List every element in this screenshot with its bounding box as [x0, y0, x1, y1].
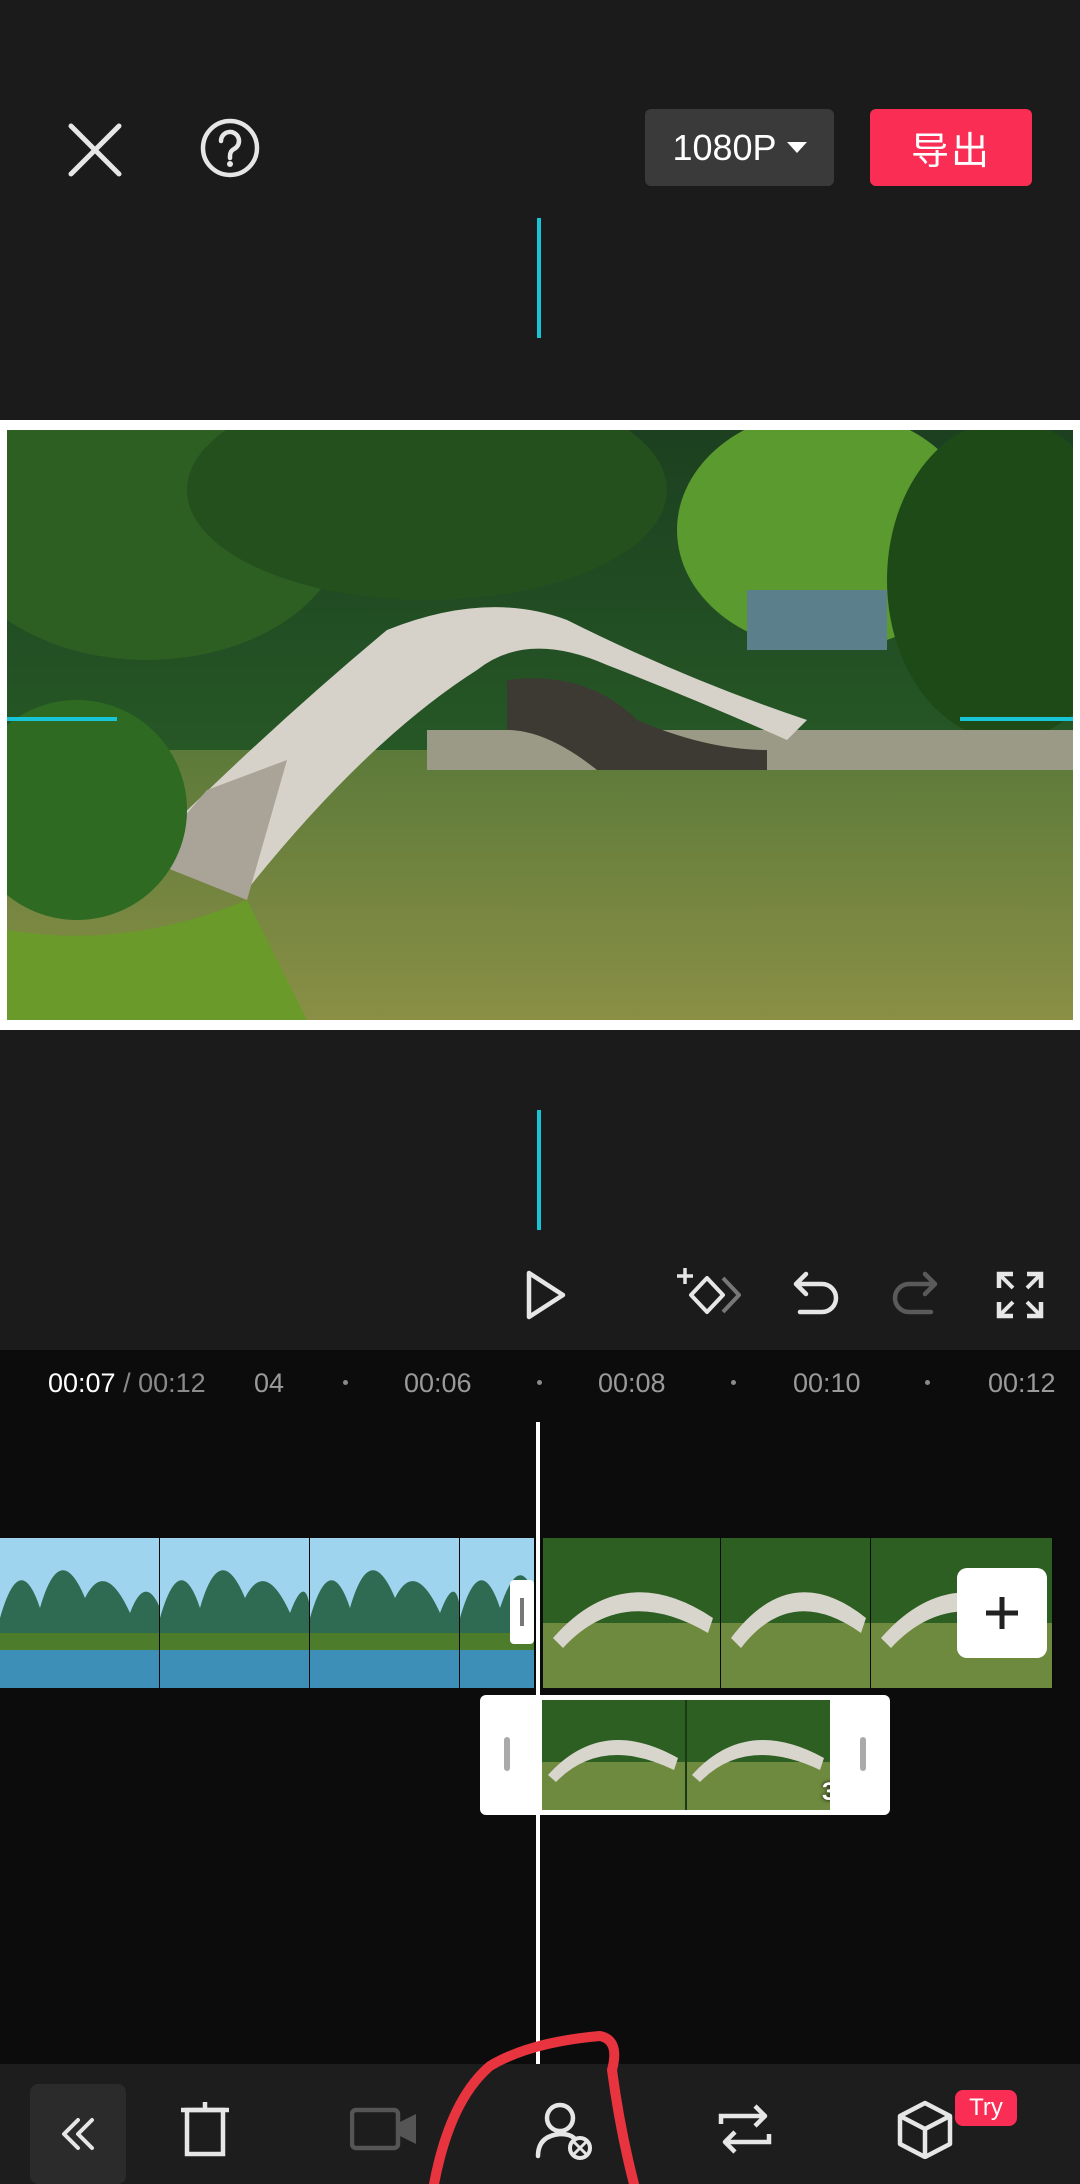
help-icon — [200, 118, 260, 178]
playback-controls — [0, 1030, 1080, 1350]
back-icon — [62, 2118, 94, 2150]
trim-handle-left[interactable] — [504, 1737, 510, 1771]
ruler-tick: 04 — [254, 1368, 285, 1398]
3d-box-icon — [897, 2100, 953, 2159]
add-clip-button[interactable] — [957, 1568, 1047, 1658]
clip-thumbnail — [543, 1538, 721, 1688]
trim-handle-right[interactable] — [860, 1737, 866, 1771]
crop-icon — [181, 2102, 229, 2157]
redo-button[interactable] — [876, 1255, 956, 1335]
camera-tool[interactable] — [335, 2074, 435, 2184]
cutout-tool[interactable] — [515, 2074, 615, 2184]
center-guide-bottom — [537, 1110, 541, 1230]
time-separator: / — [115, 1368, 139, 1398]
plus-icon — [986, 1597, 1018, 1629]
playhead[interactable] — [536, 1422, 540, 2082]
fullscreen-icon — [996, 1271, 1044, 1319]
clip-thumbnail — [0, 1538, 160, 1688]
ruler-tick: 00:12 — [988, 1368, 1056, 1398]
ruler-tick: 00:06 — [404, 1368, 472, 1398]
bottom-toolbar — [0, 2064, 1080, 2184]
current-time: 00:07 — [48, 1368, 116, 1398]
resolution-label: 1080P — [672, 126, 777, 168]
chevron-down-icon — [786, 142, 807, 153]
crop-tool[interactable] — [155, 2074, 255, 2184]
ruler-dot — [925, 1380, 930, 1385]
close-button[interactable] — [55, 110, 135, 190]
export-button[interactable]: 导出 — [870, 109, 1032, 186]
camera-icon — [350, 2107, 416, 2151]
export-label: 导出 — [910, 131, 991, 173]
guide-left — [7, 717, 117, 721]
top-bar: 1080P 导出 — [0, 0, 1080, 420]
ruler-dot — [537, 1380, 542, 1385]
clip-thumbnail — [160, 1538, 310, 1688]
transition-handle[interactable] — [510, 1580, 534, 1644]
video-preview[interactable] — [0, 420, 1080, 1030]
clip-thumbnail — [310, 1538, 460, 1688]
ruler-dot — [731, 1380, 736, 1385]
keyframe-add-icon — [677, 1268, 741, 1314]
help-button[interactable] — [190, 108, 270, 188]
preview-image-bridge — [7, 430, 1073, 1020]
overlay-duration: 3.0s — [822, 1778, 830, 1806]
try-label: Try — [969, 2094, 1003, 2121]
replace-icon — [718, 2104, 772, 2154]
close-icon — [68, 123, 122, 177]
back-button[interactable] — [30, 2084, 126, 2184]
play-button[interactable] — [510, 1260, 580, 1330]
replace-tool[interactable] — [695, 2074, 795, 2184]
undo-icon — [793, 1271, 839, 1315]
guide-right — [960, 717, 1073, 721]
ruler-tick: 00:10 — [793, 1368, 861, 1398]
timecode: 00:07 / 00:12 — [48, 1368, 206, 1399]
try-badge: Try — [955, 2090, 1017, 2126]
keyframe-button[interactable] — [670, 1255, 750, 1335]
redo-icon — [892, 1271, 938, 1315]
ruler-dot — [343, 1380, 348, 1385]
ruler-tick: 00:08 — [598, 1368, 666, 1398]
fullscreen-button[interactable] — [980, 1255, 1060, 1335]
clip-thumbnail — [721, 1538, 871, 1688]
video-clip-river[interactable] — [0, 1538, 535, 1688]
time-ruler: 00:07 / 00:12 04 00:06 00:08 00:10 00:12 — [0, 1350, 1080, 1410]
cutout-icon — [535, 2102, 592, 2160]
overlay-clip[interactable]: 3.0s — [480, 1695, 890, 1815]
overlay-thumbnails: 3.0s — [542, 1700, 830, 1810]
resolution-dropdown[interactable]: 1080P — [645, 109, 834, 186]
timeline[interactable]: 00:07 / 00:12 04 00:06 00:08 00:10 00:12 — [0, 1350, 1080, 2064]
play-icon — [526, 1270, 566, 1320]
undo-button[interactable] — [775, 1255, 855, 1335]
total-time: 00:12 — [138, 1368, 206, 1398]
center-guide-top — [537, 218, 541, 338]
